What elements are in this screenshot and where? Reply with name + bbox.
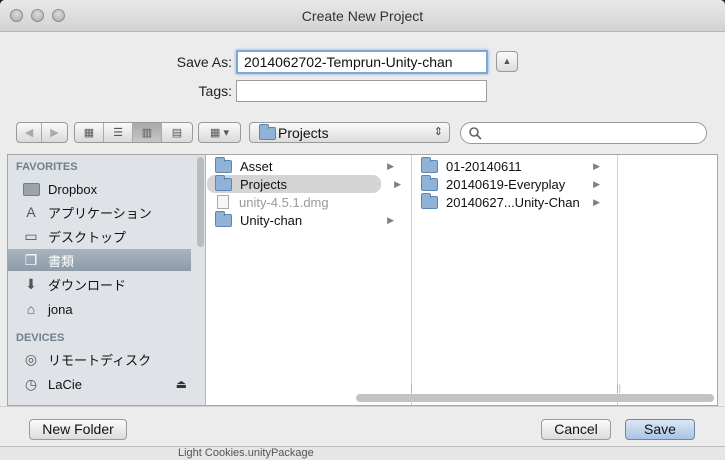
- downloads-icon: ⬇: [25, 275, 37, 292]
- sidebar-item-label: デスクトップ: [48, 229, 127, 245]
- expand-icon: ▲: [502, 56, 512, 66]
- list-view-icon: ☰: [113, 127, 123, 139]
- disclosure-arrow-icon: ▶: [387, 161, 394, 171]
- remote-disc-icon: ◎: [24, 350, 38, 367]
- item-label: unity-4.5.1.dmg: [239, 194, 329, 210]
- title-bar: Create New Project: [0, 0, 725, 32]
- column-view-button[interactable]: ▥: [133, 123, 162, 142]
- tags-label: Tags:: [198, 83, 232, 99]
- folder-icon: [421, 156, 438, 173]
- column-view-icon: ▥: [141, 127, 153, 139]
- column-item-projects[interactable]: Projects: [207, 174, 381, 193]
- background-window-strip: Light Cookies.unityPackage: [0, 446, 725, 460]
- back-button[interactable]: ◀: [17, 123, 42, 142]
- icon-view-icon: ▦: [83, 127, 95, 139]
- eject-icon[interactable]: ⏏: [176, 377, 187, 391]
- favorites-heading: FAVORITES: [16, 161, 78, 173]
- horizontal-scrollbar[interactable]: [356, 394, 714, 402]
- folder-icon: [421, 192, 438, 209]
- icon-view-button[interactable]: ▦: [75, 123, 104, 142]
- sidebar-item-label: LaCie: [48, 376, 82, 392]
- sidebar-item-label: Dropbox: [48, 181, 98, 197]
- column-resize-handle[interactable]: ||: [616, 383, 621, 393]
- view-mode-control: ▦ ☰ ▥ ▤: [74, 122, 193, 143]
- documents-icon: ❐: [24, 251, 38, 268]
- popup-arrows-icon: ⇕: [433, 126, 443, 138]
- expand-dialog-button[interactable]: ▲: [496, 51, 518, 72]
- sidebar-item-dropbox[interactable]: Dropbox: [8, 178, 191, 200]
- folder-icon: [215, 156, 232, 173]
- forward-button[interactable]: ▶: [42, 123, 67, 142]
- footer-divider: [0, 406, 725, 407]
- drive-icon: ◷: [24, 375, 38, 392]
- item-label: Unity-chan: [240, 212, 303, 228]
- save-as-label: Save As:: [176, 54, 232, 70]
- location-folder-icon: [259, 124, 276, 140]
- disclosure-arrow-icon: ▶: [593, 197, 600, 207]
- location-popup[interactable]: Projects ⇕: [249, 122, 450, 143]
- sidebar-item-applications[interactable]: A アプリケーション: [8, 201, 191, 223]
- sidebar-item-label: 書類: [48, 253, 75, 269]
- sidebar-item-label: jona: [48, 301, 73, 317]
- disclosure-arrow-icon: ▶: [593, 179, 600, 189]
- sidebar-item-label: ダウンロード: [48, 277, 127, 293]
- folder-icon: [421, 174, 438, 191]
- column-documents: Asset ▶ Projects ▶ unity-4.5.1.dmg Unity…: [207, 155, 415, 405]
- column-projects: 01-20140611 ▶ 20140619-Everyplay ▶ 20140…: [413, 155, 621, 405]
- new-folder-button[interactable]: New Folder: [29, 419, 127, 440]
- save-button[interactable]: Save: [625, 419, 695, 440]
- sidebar-item-desktop[interactable]: ▭ デスクトップ: [8, 225, 191, 247]
- folder-icon: [215, 210, 232, 227]
- column-item-20140627-unity-chan[interactable]: 20140627...Unity-Chan ▶: [413, 192, 608, 211]
- applications-icon: A: [26, 204, 36, 220]
- sidebar-item-remote-disc[interactable]: ◎ リモートディスク: [8, 348, 191, 370]
- item-label: Projects: [240, 176, 287, 192]
- sidebar-item-lacie[interactable]: ◷ LaCie ⏏: [8, 373, 191, 395]
- cancel-button[interactable]: Cancel: [541, 419, 611, 440]
- item-label: Asset: [240, 158, 273, 174]
- background-file-label: Light Cookies.unityPackage: [178, 447, 314, 459]
- window-title: Create New Project: [301, 8, 424, 24]
- sidebar: FAVORITES Dropbox A アプリケーション ▭ デスクトップ ❐ …: [8, 155, 206, 405]
- sidebar-item-home[interactable]: ⌂ jona: [8, 298, 191, 320]
- list-view-button[interactable]: ☰: [104, 123, 133, 142]
- arrange-icon: ▦ ▾: [210, 127, 229, 139]
- create-project-dialog: Create New Project Save As: 2014062702-T…: [0, 0, 725, 460]
- sidebar-item-label: アプリケーション: [48, 205, 152, 221]
- search-icon: [469, 127, 482, 140]
- devices-heading: DEVICES: [16, 332, 65, 344]
- column-item-asset[interactable]: Asset ▶: [207, 156, 402, 175]
- coverflow-view-button[interactable]: ▤: [162, 123, 192, 142]
- file-browser: FAVORITES Dropbox A アプリケーション ▭ デスクトップ ❐ …: [7, 154, 718, 406]
- item-label: 20140627...Unity-Chan: [446, 194, 580, 210]
- save-as-field[interactable]: 2014062702-Temprun-Unity-chan: [236, 50, 488, 74]
- disclosure-arrow-icon: ▶: [387, 215, 394, 225]
- tags-field[interactable]: [236, 80, 487, 102]
- desktop-icon: ▭: [24, 227, 38, 244]
- sidebar-scrollbar[interactable]: [197, 157, 204, 247]
- item-label: 20140619-Everyplay: [446, 176, 566, 192]
- item-label: 01-20140611: [446, 158, 522, 174]
- arrange-menu-button[interactable]: ▦ ▾: [198, 122, 241, 143]
- folder-icon: [215, 174, 232, 191]
- column-item-20140619-everyplay[interactable]: 20140619-Everyplay ▶: [413, 174, 608, 193]
- sidebar-item-documents[interactable]: ❐ 書類: [8, 249, 191, 271]
- back-icon: ◀: [24, 127, 34, 139]
- dropbox-folder-icon: [22, 181, 40, 197]
- column-item-unity-dmg[interactable]: unity-4.5.1.dmg: [207, 193, 402, 211]
- column-item-unity-chan[interactable]: Unity-chan ▶: [207, 210, 402, 229]
- document-icon: [217, 195, 229, 209]
- sidebar-item-downloads[interactable]: ⬇ ダウンロード: [8, 273, 191, 295]
- sidebar-item-label: リモートディスク: [48, 352, 152, 368]
- disclosure-arrow-icon: ▶: [394, 179, 401, 189]
- column-item-01-20140611[interactable]: 01-20140611 ▶: [413, 156, 608, 175]
- location-label: Projects: [278, 125, 329, 141]
- coverflow-view-icon: ▤: [171, 127, 183, 139]
- search-field[interactable]: [460, 122, 707, 144]
- forward-icon: ▶: [50, 127, 59, 139]
- disclosure-arrow-icon: ▶: [593, 161, 600, 171]
- back-forward-control: ◀ ▶: [16, 122, 68, 143]
- home-icon: ⌂: [26, 301, 36, 317]
